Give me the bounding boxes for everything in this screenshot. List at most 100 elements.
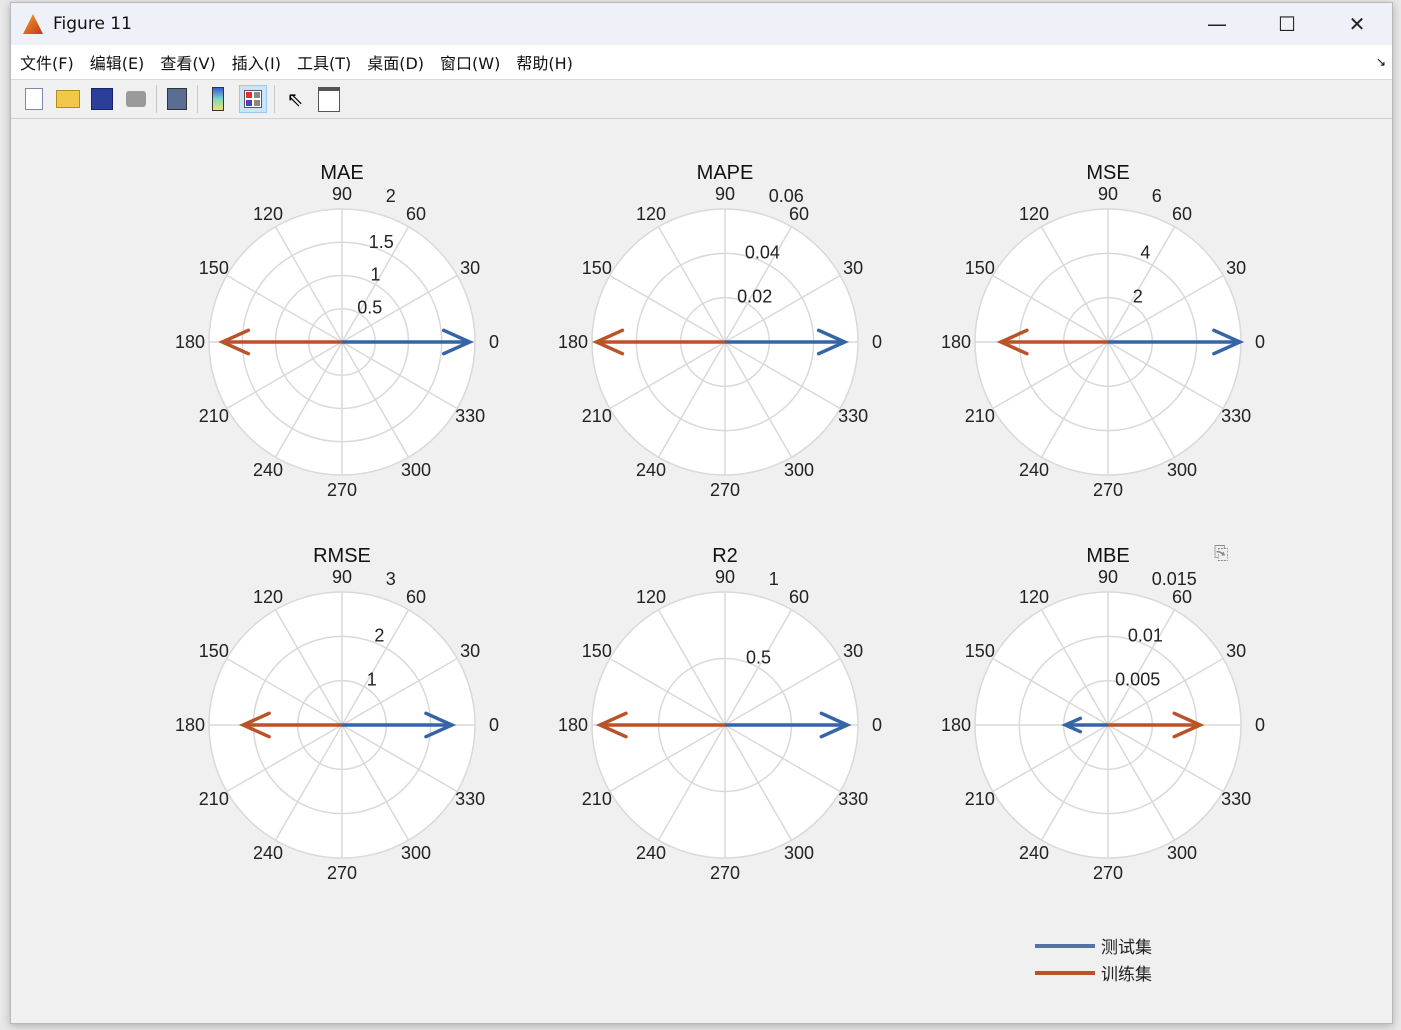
compass-r2: 0 30 60 90 120 150 180 210 240 270 300 330 0.5 1 R2 [558,545,882,883]
radial-tick-label: 2 [374,626,384,646]
theta-tick-label: 270 [1093,480,1123,500]
theta-tick-label: 120 [636,204,666,224]
theta-tick-label: 210 [965,406,995,426]
legend-label: 测试集 [1101,938,1152,958]
theta-tick-label: 180 [941,715,971,735]
theta-tick-label: 210 [199,406,229,426]
theta-tick-label: 30 [843,258,863,278]
theta-tick-label: 210 [582,789,612,809]
theta-tick-label: 90 [332,184,352,204]
plot-title: R2 [712,545,738,567]
theta-tick-label: 180 [558,715,588,735]
radial-tick-label: 0.015 [1152,569,1197,589]
compass-rmse: 0 30 60 90 120 150 180 210 240 270 300 330 1 2 3 RMSE [175,545,499,883]
plot-title: MAE [320,162,363,184]
theta-tick-label: 60 [406,204,426,224]
theta-tick-label: 120 [1019,587,1049,607]
theta-tick-label: 270 [327,480,357,500]
legend-item-train: 训练集 [1035,959,1152,986]
theta-tick-label: 300 [784,460,814,480]
theta-tick-label: 0 [489,715,499,735]
radial-tick-label: 6 [1152,186,1162,206]
compass-mbe: 0 30 60 90 120 150 180 210 240 270 300 330 0.005 0.01… [941,545,1265,883]
plot-title: MAPE [697,162,754,184]
theta-tick-label: 210 [965,789,995,809]
theta-tick-label: 120 [1019,204,1049,224]
theta-tick-label: 90 [332,567,352,587]
theta-tick-label: 180 [175,715,205,735]
compass-plots: 03060901201501802102402703003300.511.52M… [175,162,1265,883]
theta-tick-label: 60 [1172,587,1192,607]
theta-tick-label: 300 [401,843,431,863]
theta-tick-label: 240 [253,843,283,863]
theta-tick-label: 0 [1255,332,1265,352]
theta-tick-label: 150 [965,641,995,661]
legend[interactable]: 测试集 训练集 [1035,932,1152,986]
theta-tick-label: 150 [199,641,229,661]
radial-tick-label: 0.5 [746,648,771,668]
theta-tick-label: 330 [1221,406,1251,426]
export-icon[interactable]: ⎘ [1214,543,1228,564]
theta-tick-label: 180 [175,332,205,352]
radial-tick-label: 0.04 [745,243,780,263]
theta-tick-label: 30 [460,258,480,278]
theta-tick-label: 300 [784,843,814,863]
radial-tick-label: 0.005 [1115,669,1160,689]
theta-tick-label: 330 [1221,789,1251,809]
legend-line-test [1035,943,1095,948]
radial-tick-label: 1 [769,569,779,589]
theta-tick-label: 240 [253,460,283,480]
theta-tick-label: 180 [941,332,971,352]
theta-tick-label: 270 [1093,863,1123,883]
theta-tick-label: 300 [1167,843,1197,863]
theta-tick-label: 180 [558,332,588,352]
theta-tick-label: 120 [253,204,283,224]
theta-tick-label: 150 [199,258,229,278]
radial-tick-label: 2 [386,186,396,206]
radial-tick-label: 3 [386,569,396,589]
theta-tick-label: 60 [406,587,426,607]
radial-tick-label: 2 [1133,286,1143,306]
theta-tick-label: 210 [582,406,612,426]
theta-tick-label: 60 [789,587,809,607]
compass-mse: 0 30 60 90 120 150 180 210 240 270 300 330 2 4 6 MSE [941,162,1265,500]
theta-tick-label: 300 [1167,460,1197,480]
radial-tick-label: 0.01 [1128,626,1163,646]
theta-tick-label: 0 [1255,715,1265,735]
compass-mape: 0 30 60 90 120 150 180 210 240 270 300 330 0.02 0.04 0… [558,162,882,500]
theta-tick-label: 240 [636,843,666,863]
theta-tick-label: 330 [455,406,485,426]
radial-tick-label: 1.5 [369,232,394,252]
theta-tick-label: 30 [843,641,863,661]
theta-tick-label: 30 [460,641,480,661]
theta-tick-label: 120 [636,587,666,607]
legend-line-train [1035,970,1095,975]
theta-tick-label: 210 [199,789,229,809]
theta-tick-label: 240 [1019,843,1049,863]
theta-tick-label: 30 [1226,258,1246,278]
theta-tick-label: 90 [715,567,735,587]
theta-tick-label: 0 [872,715,882,735]
theta-tick-label: 150 [582,641,612,661]
theta-tick-label: 300 [401,460,431,480]
theta-tick-label: 0 [489,332,499,352]
theta-tick-label: 90 [715,184,735,204]
theta-tick-label: 330 [838,789,868,809]
theta-tick-label: 330 [455,789,485,809]
plot-title: MBE [1086,545,1129,567]
legend-label: 训练集 [1101,965,1152,985]
compass-mae: 0 30 60 90 120 150 180 210 240 270 300 330 0.5 1 1.5 2 M… [175,162,499,500]
theta-tick-label: 30 [1226,641,1246,661]
theta-tick-label: 90 [1098,184,1118,204]
radial-tick-label: 1 [371,265,381,285]
theta-tick-label: 0 [872,332,882,352]
radial-tick-label: 1 [367,669,377,689]
theta-tick-label: 120 [253,587,283,607]
plot-title: RMSE [313,545,371,567]
theta-tick-label: 90 [1098,567,1118,587]
plot-title: MSE [1086,162,1129,184]
theta-tick-label: 240 [636,460,666,480]
radial-tick-label: 0.06 [769,186,804,206]
theta-tick-label: 150 [582,258,612,278]
radial-tick-label: 0.02 [737,286,772,306]
